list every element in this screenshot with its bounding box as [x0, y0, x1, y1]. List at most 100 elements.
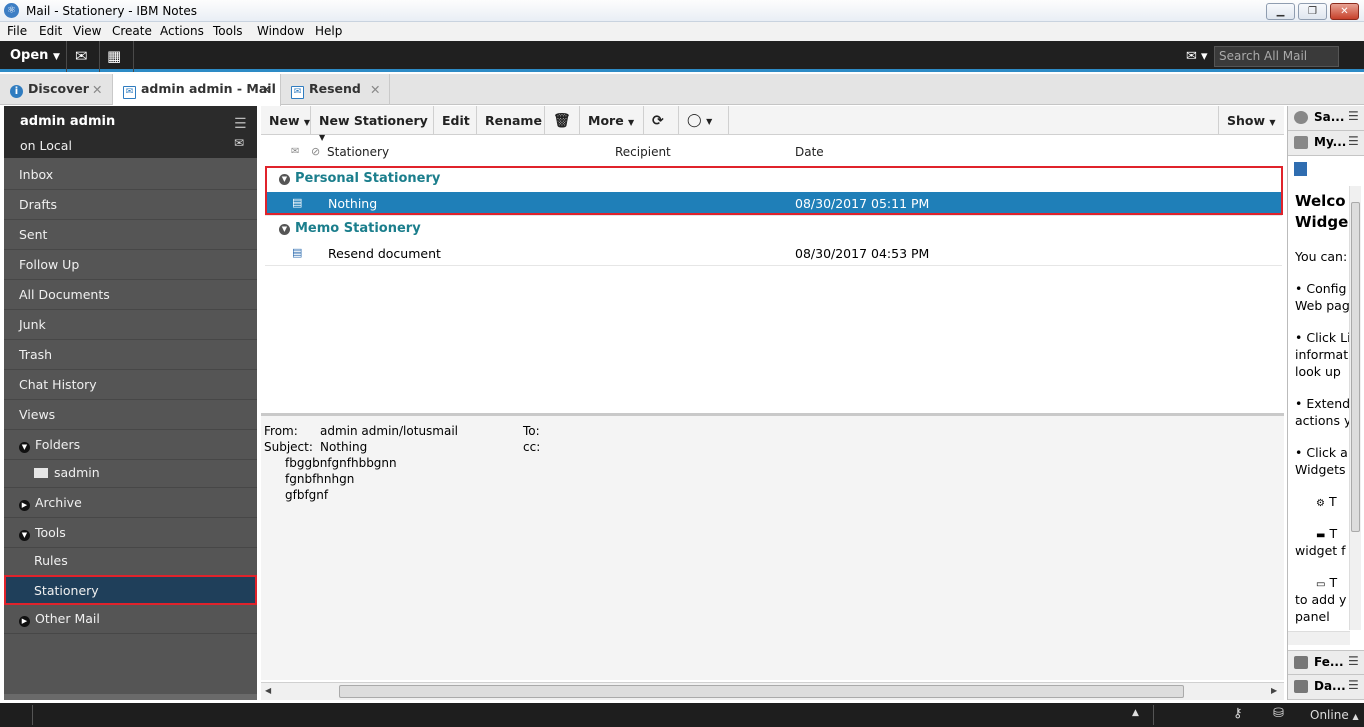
menu-file[interactable]: File — [7, 24, 27, 38]
sidebar-item-stationery[interactable]: Stationery — [4, 575, 257, 605]
status-up-arrow-icon[interactable]: ▲ — [1132, 708, 1139, 718]
tab-discover[interactable]: i Discover ✕ — [0, 74, 113, 105]
more-button[interactable]: More ▼ — [580, 106, 644, 135]
scroll-right-icon[interactable]: ▶ — [1271, 686, 1277, 695]
panel-vertical-scrollbar[interactable] — [1349, 186, 1361, 630]
rename-button[interactable]: Rename — [477, 106, 545, 135]
panel-title: Sa... — [1314, 110, 1345, 124]
edit-button[interactable]: Edit — [434, 106, 477, 135]
toolbar-divider — [99, 41, 100, 72]
tab-bar: i Discover ✕ ✉ admin admin - Mail ✕ ✉ Resen… — [0, 74, 1364, 106]
search-input[interactable]: Search All Mail — [1214, 46, 1339, 67]
sidebar-item-rules[interactable]: Rules — [4, 546, 257, 576]
calendar-icon — [1294, 680, 1308, 693]
table-row[interactable]: ▤ Resend document 08/30/2017 04:53 PM — [265, 242, 1282, 266]
close-button[interactable]: ✕ — [1330, 3, 1359, 20]
trash-icon[interactable]: 🗑 — [545, 106, 580, 135]
sidebar-item-folders[interactable]: ▼ Folders — [4, 430, 257, 460]
new-button[interactable]: New ▼ — [261, 106, 311, 135]
scrollbar-thumb[interactable] — [339, 685, 1184, 698]
tab-mail[interactable]: ✉ admin admin - Mail ✕ — [113, 74, 281, 106]
sidebar-item-junk[interactable]: Junk — [4, 310, 257, 340]
widget-toolbar-icon[interactable] — [1294, 162, 1307, 176]
sidebar-item-sent[interactable]: Sent — [4, 220, 257, 250]
feeds-panel-header[interactable]: Fe... ☰ — [1288, 650, 1364, 675]
sidebar-item-trash[interactable]: Trash — [4, 340, 257, 370]
hamburger-menu-icon[interactable]: ☰ — [234, 116, 247, 132]
welcome-text: • Extend — [1295, 396, 1351, 411]
menu-window[interactable]: Window — [257, 24, 304, 38]
mail-icon[interactable]: ✉ — [75, 47, 88, 65]
sidebar-resize-handle[interactable] — [4, 694, 257, 700]
category-memo-stationery[interactable]: ▼ Memo Stationery — [265, 217, 1282, 241]
calendar-icon[interactable]: ▦ — [107, 47, 121, 65]
scrollbar-thumb[interactable] — [1351, 202, 1360, 532]
sidebar-item-all-documents[interactable]: All Documents — [4, 280, 257, 310]
welcome-text-fragment: T — [1329, 575, 1338, 590]
sidebar-item-sadmin[interactable]: sadmin — [4, 458, 257, 488]
sidebar-item-tools[interactable]: ▼ Tools — [4, 518, 257, 548]
menu-actions[interactable]: Actions — [160, 24, 204, 38]
day-at-a-glance-panel-header[interactable]: Da... ☰ — [1288, 675, 1364, 700]
sametime-panel-header[interactable]: Sa... ☰ — [1288, 106, 1364, 131]
welcome-title: Widge — [1295, 213, 1349, 231]
column-date[interactable]: Date — [795, 145, 824, 159]
show-button[interactable]: Show ▼ — [1218, 106, 1284, 135]
sidebar-item-other-mail[interactable]: ▶ Other Mail — [4, 604, 257, 634]
panel-menu-icon[interactable]: ☰ — [1348, 678, 1359, 692]
horizontal-scrollbar[interactable]: ◀ ▶ — [261, 682, 1284, 700]
panel-horizontal-scrollbar[interactable] — [1288, 631, 1350, 645]
close-tab-icon[interactable]: ✕ — [261, 82, 271, 97]
welcome-title: Welco — [1295, 192, 1346, 210]
collapse-icon: ▼ — [279, 224, 290, 235]
panel-title: My... — [1314, 135, 1347, 149]
column-stationery[interactable]: Stationery — [327, 145, 389, 159]
refresh-icon[interactable]: ⟳ — [644, 106, 679, 135]
main-toolbar: Open ▼ ✉ ▦ ✉ ▾ Search All Mail — [0, 41, 1364, 72]
online-label: Online — [1310, 708, 1349, 722]
chat-bubble-icon[interactable]: ◯ ▼ — [679, 106, 729, 135]
sidebar-item-chat-history[interactable]: Chat History — [4, 370, 257, 400]
sidebar-item-drafts[interactable]: Drafts — [4, 190, 257, 220]
new-stationery-button[interactable]: New Stationery ▼ — [311, 106, 434, 142]
panel-menu-icon[interactable]: ☰ — [1348, 109, 1359, 123]
column-recipient[interactable]: Recipient — [615, 145, 671, 159]
row-date: 08/30/2017 04:53 PM — [795, 246, 930, 261]
open-button[interactable]: Open ▼ — [10, 48, 60, 63]
menu-create[interactable]: Create — [112, 24, 152, 38]
my-widgets-panel-header[interactable]: My... ☰ — [1288, 131, 1364, 156]
sidebar-header: admin admin on Local ☰ ✉ — [4, 106, 257, 158]
mail-status-icon[interactable]: ✉ — [234, 136, 244, 150]
key-icon[interactable]: ⚷ — [1233, 706, 1243, 721]
panel-menu-icon[interactable]: ☰ — [1348, 654, 1359, 668]
maximize-button[interactable]: ❐ — [1298, 3, 1327, 20]
chevron-down-icon: ▼ — [1269, 118, 1276, 127]
sidebar-item-follow-up[interactable]: Follow Up — [4, 250, 257, 280]
network-icon[interactable]: ⛁ — [1273, 706, 1284, 721]
welcome-text: • Config — [1295, 281, 1347, 296]
new-label: New — [269, 113, 300, 128]
tab-resend[interactable]: ✉ Resend ✕ — [281, 74, 390, 105]
close-tab-icon[interactable]: ✕ — [92, 82, 102, 97]
menu-help[interactable]: Help — [315, 24, 342, 38]
sidebar-item-inbox[interactable]: Inbox — [4, 160, 257, 190]
mail-column-icon[interactable]: ✉ — [291, 146, 299, 157]
body-line: fbggbnfgnfhbbgnn — [285, 456, 397, 470]
location-label[interactable]: on Local — [20, 138, 72, 153]
expand-icon: ▶ — [19, 500, 30, 511]
close-tab-icon[interactable]: ✕ — [370, 82, 380, 97]
search-scope-mail-icon[interactable]: ✉ ▾ — [1186, 49, 1208, 64]
more-label: More — [588, 113, 624, 128]
menu-edit[interactable]: Edit — [39, 24, 62, 38]
scroll-left-icon[interactable]: ◀ — [265, 686, 271, 695]
toolbar-divider — [133, 41, 134, 72]
menu-view[interactable]: View — [73, 24, 101, 38]
sidebar-item-archive[interactable]: ▶ Archive — [4, 488, 257, 518]
category-label: Memo Stationery — [295, 221, 421, 236]
panel-menu-icon[interactable]: ☰ — [1348, 134, 1359, 148]
sidebar-item-views[interactable]: Views — [4, 400, 257, 430]
minimize-button[interactable]: ▁ — [1266, 3, 1295, 20]
online-status[interactable]: Online ▲ — [1310, 708, 1359, 722]
menu-tools[interactable]: Tools — [213, 24, 243, 38]
attachment-column-icon[interactable]: ⊘ — [311, 145, 320, 158]
